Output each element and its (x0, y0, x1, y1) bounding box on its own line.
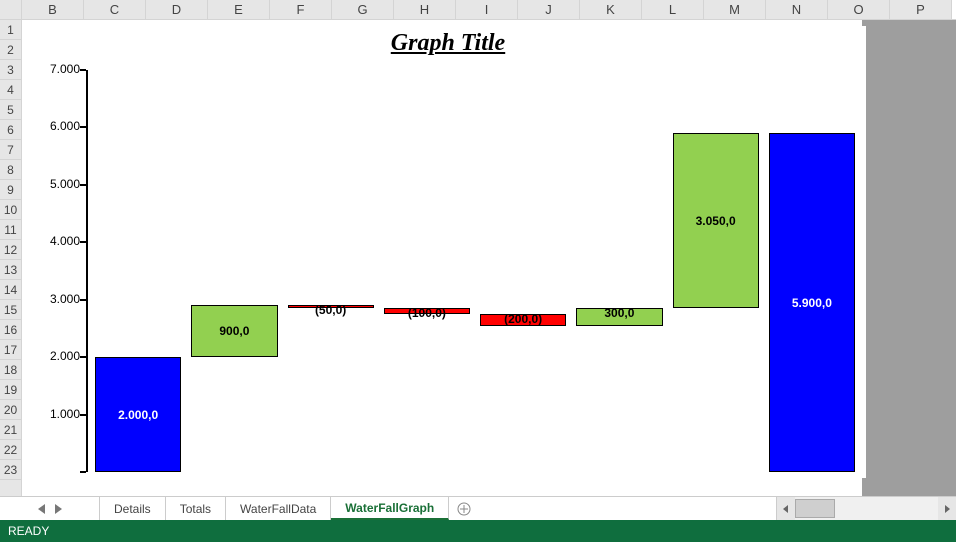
col-header[interactable]: E (208, 0, 270, 19)
scroll-right-icon[interactable] (938, 497, 956, 520)
row-header[interactable]: 5 (0, 100, 21, 120)
row-header[interactable]: 12 (0, 240, 21, 260)
waterfall-bar[interactable]: (100,0) (384, 308, 470, 314)
row-header[interactable]: 17 (0, 340, 21, 360)
y-tick-label: 6.000 (30, 119, 80, 133)
y-tick (80, 414, 86, 416)
row-header[interactable]: 9 (0, 180, 21, 200)
y-tick-label: 2.000 (30, 349, 80, 363)
row-header[interactable]: 16 (0, 320, 21, 340)
row-header[interactable]: 3 (0, 60, 21, 80)
col-header[interactable]: L (642, 0, 704, 19)
tab-nav (0, 497, 100, 520)
excel-window: B C D E F G H I J K L M N O P 1 2 3 4 5 … (0, 0, 956, 542)
row-header[interactable]: 18 (0, 360, 21, 380)
y-tick (80, 471, 86, 473)
col-header[interactable]: I (456, 0, 518, 19)
row-header[interactable]: 7 (0, 140, 21, 160)
waterfall-bar[interactable]: 2.000,0 (95, 357, 181, 472)
row-header-col: 1 2 3 4 5 6 7 8 9 10 11 12 13 14 15 16 1… (0, 20, 22, 496)
row-header[interactable]: 22 (0, 440, 21, 460)
horizontal-scrollbar[interactable] (776, 497, 956, 520)
waterfall-bar[interactable]: 3.050,0 (673, 133, 759, 308)
y-tick (80, 184, 86, 186)
tab-details[interactable]: Details (100, 497, 166, 520)
scroll-thumb[interactable] (795, 499, 835, 518)
tab-waterfallgraph[interactable]: WaterFallGraph (331, 497, 449, 520)
y-tick-label: 1.000 (30, 407, 80, 421)
bar-data-label: (100,0) (385, 306, 469, 320)
column-header-row: B C D E F G H I J K L M N O P (0, 0, 956, 20)
row-header[interactable]: 10 (0, 200, 21, 220)
bar-data-label: (200,0) (481, 312, 565, 326)
row-header[interactable]: 21 (0, 420, 21, 440)
row-header[interactable]: 19 (0, 380, 21, 400)
col-header[interactable]: K (580, 0, 642, 19)
col-header[interactable]: G (332, 0, 394, 19)
row-header[interactable]: 6 (0, 120, 21, 140)
col-header[interactable]: H (394, 0, 456, 19)
tab-nav-prev-icon[interactable] (37, 504, 47, 514)
row-header[interactable]: 15 (0, 300, 21, 320)
scroll-track[interactable] (795, 497, 938, 520)
col-header[interactable]: B (22, 0, 84, 19)
status-bar: READY (0, 520, 956, 542)
bar-data-label: (50,0) (289, 303, 373, 317)
y-tick-label: 5.000 (30, 177, 80, 191)
y-tick (80, 241, 86, 243)
col-header[interactable]: P (890, 0, 952, 19)
waterfall-bar[interactable]: 900,0 (191, 305, 277, 357)
bar-data-label: 3.050,0 (674, 214, 758, 228)
bar-data-label: 5.900,0 (770, 296, 854, 310)
sheet-tabstrip: Details Totals WaterFallData WaterFallGr… (0, 496, 956, 520)
y-tick-label: 3.000 (30, 292, 80, 306)
scroll-left-icon[interactable] (777, 497, 795, 520)
row-header[interactable]: 20 (0, 400, 21, 420)
y-tick (80, 299, 86, 301)
row-header[interactable]: 23 (0, 460, 21, 480)
bar-data-label: 300,0 (577, 306, 661, 320)
chart-plot-area: 1.0002.0003.0004.0005.0006.0007.0002.000… (86, 70, 856, 472)
y-tick (80, 356, 86, 358)
bar-data-label: 900,0 (192, 324, 276, 338)
col-header[interactable]: D (146, 0, 208, 19)
waterfall-bar[interactable]: (50,0) (288, 305, 374, 308)
select-all-corner[interactable] (0, 0, 22, 19)
chart-title: Graph Title (30, 30, 866, 57)
row-header[interactable]: 14 (0, 280, 21, 300)
unused-area (862, 20, 956, 496)
waterfall-bar[interactable]: 5.900,0 (769, 133, 855, 472)
y-tick (80, 69, 86, 71)
col-header[interactable]: C (84, 0, 146, 19)
col-header[interactable]: O (828, 0, 890, 19)
col-header[interactable]: N (766, 0, 828, 19)
col-header[interactable]: J (518, 0, 580, 19)
status-ready: READY (8, 524, 49, 538)
waterfall-bar[interactable]: (200,0) (480, 314, 566, 325)
tab-totals[interactable]: Totals (166, 497, 226, 520)
worksheet[interactable]: Graph Title 1.0002.0003.0004.0005.0006.0… (22, 20, 956, 496)
col-header[interactable]: F (270, 0, 332, 19)
bar-data-label: 2.000,0 (96, 408, 180, 422)
row-header[interactable]: 4 (0, 80, 21, 100)
tab-nav-next-icon[interactable] (53, 504, 63, 514)
chart-object[interactable]: Graph Title 1.0002.0003.0004.0005.0006.0… (30, 26, 866, 478)
plus-icon (457, 502, 471, 516)
row-header[interactable]: 1 (0, 20, 21, 40)
row-header[interactable]: 2 (0, 40, 21, 60)
y-tick-label: 7.000 (30, 62, 80, 76)
y-tick (80, 126, 86, 128)
grid-area: 1 2 3 4 5 6 7 8 9 10 11 12 13 14 15 16 1… (0, 20, 956, 496)
add-sheet-button[interactable] (449, 497, 479, 520)
y-tick-label: 4.000 (30, 234, 80, 248)
col-header[interactable]: M (704, 0, 766, 19)
row-header[interactable]: 11 (0, 220, 21, 240)
waterfall-bar[interactable]: 300,0 (576, 308, 662, 325)
tab-waterfalldata[interactable]: WaterFallData (226, 497, 331, 520)
row-header[interactable]: 8 (0, 160, 21, 180)
row-header[interactable]: 13 (0, 260, 21, 280)
y-axis (86, 70, 88, 472)
